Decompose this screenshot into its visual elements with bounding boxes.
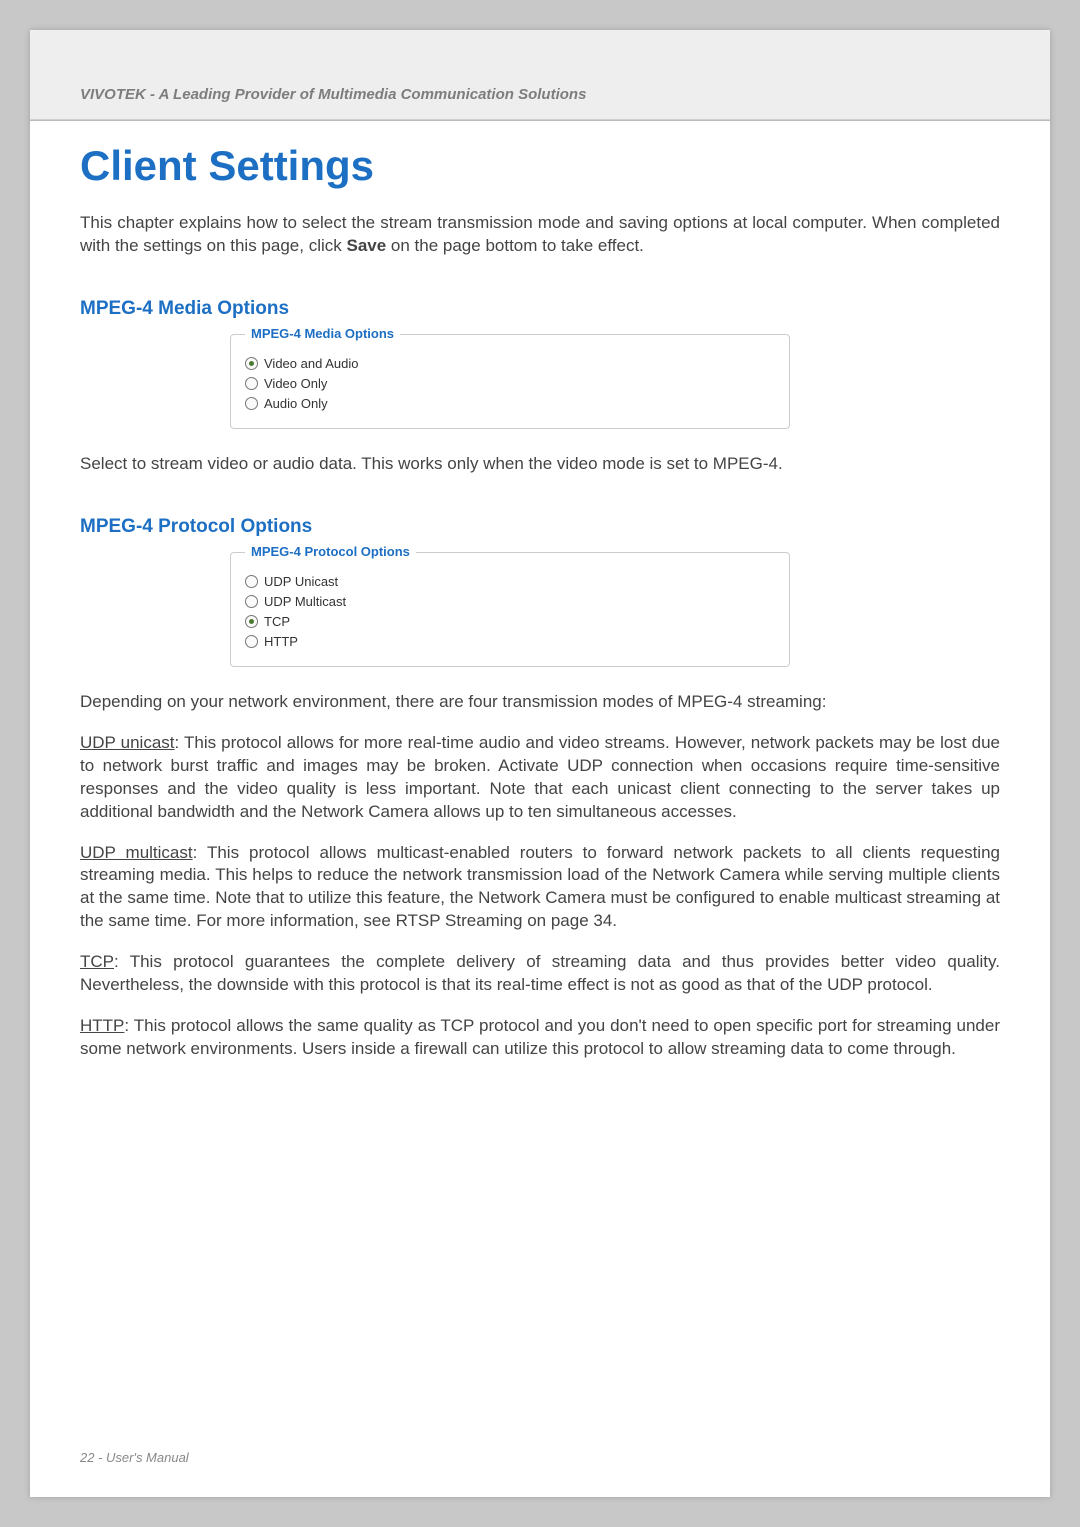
radio-icon <box>245 397 258 410</box>
udp-unicast-label: UDP unicast <box>80 733 175 752</box>
radio-label: Video Only <box>264 376 327 391</box>
radio-icon <box>245 615 258 628</box>
http-paragraph: HTTP: This protocol allows the same qual… <box>80 1015 1000 1061</box>
media-option-video-only[interactable]: Video Only <box>245 376 775 391</box>
radio-icon <box>245 357 258 370</box>
udp-multicast-paragraph: UDP multicast: This protocol allows mult… <box>80 842 1000 934</box>
radio-label: TCP <box>264 614 290 629</box>
protocol-option-http[interactable]: HTTP <box>245 634 775 649</box>
protocol-option-udp-unicast[interactable]: UDP Unicast <box>245 574 775 589</box>
tcp-paragraph: TCP: This protocol guarantees the comple… <box>80 951 1000 997</box>
tcp-label: TCP <box>80 952 114 971</box>
protocol-options-fieldset-wrap: MPEG-4 Protocol Options UDP Unicast UDP … <box>230 552 790 667</box>
media-options-fieldset: MPEG-4 Media Options Video and Audio Vid… <box>230 334 790 429</box>
protocol-option-tcp[interactable]: TCP <box>245 614 775 629</box>
content-area: Client Settings This chapter explains ho… <box>80 130 1000 1079</box>
protocol-options-fieldset: MPEG-4 Protocol Options UDP Unicast UDP … <box>230 552 790 667</box>
udp-unicast-body: : This protocol allows for more real-tim… <box>80 733 1000 821</box>
intro-post: on the page bottom to take effect. <box>386 236 644 255</box>
page-title: Client Settings <box>80 142 1000 190</box>
header-brandline: VIVOTEK - A Leading Provider of Multimed… <box>80 86 586 103</box>
radio-icon <box>245 377 258 390</box>
http-body: : This protocol allows the same quality … <box>80 1016 1000 1058</box>
page: VIVOTEK - A Leading Provider of Multimed… <box>30 30 1050 1497</box>
udp-unicast-paragraph: UDP unicast: This protocol allows for mo… <box>80 732 1000 824</box>
http-label: HTTP <box>80 1016 124 1035</box>
media-option-audio-only[interactable]: Audio Only <box>245 396 775 411</box>
intro-paragraph: This chapter explains how to select the … <box>80 212 1000 258</box>
protocol-option-udp-multicast[interactable]: UDP Multicast <box>245 594 775 609</box>
udp-multicast-label: UDP multicast <box>80 843 193 862</box>
page-footer: 22 - User's Manual <box>80 1450 189 1465</box>
header-band: VIVOTEK - A Leading Provider of Multimed… <box>30 30 1050 120</box>
intro-bold: Save <box>346 236 386 255</box>
udp-multicast-body: : This protocol allows multicast-enabled… <box>80 843 1000 931</box>
radio-label: UDP Unicast <box>264 574 338 589</box>
media-options-legend: MPEG-4 Media Options <box>245 326 400 341</box>
radio-icon <box>245 575 258 588</box>
protocol-options-heading: MPEG-4 Protocol Options <box>80 516 1000 538</box>
media-option-video-audio[interactable]: Video and Audio <box>245 356 775 371</box>
protocol-intro: Depending on your network environment, t… <box>80 691 1000 714</box>
radio-label: HTTP <box>264 634 298 649</box>
media-options-heading: MPEG-4 Media Options <box>80 298 1000 320</box>
radio-label: Audio Only <box>264 396 328 411</box>
media-note: Select to stream video or audio data. Th… <box>80 453 1000 476</box>
radio-icon <box>245 595 258 608</box>
media-options-fieldset-wrap: MPEG-4 Media Options Video and Audio Vid… <box>230 334 790 429</box>
radio-label: Video and Audio <box>264 356 358 371</box>
radio-icon <box>245 635 258 648</box>
tcp-body: : This protocol guarantees the complete … <box>80 952 1000 994</box>
header-divider <box>30 120 1050 121</box>
protocol-options-legend: MPEG-4 Protocol Options <box>245 544 416 559</box>
radio-label: UDP Multicast <box>264 594 346 609</box>
